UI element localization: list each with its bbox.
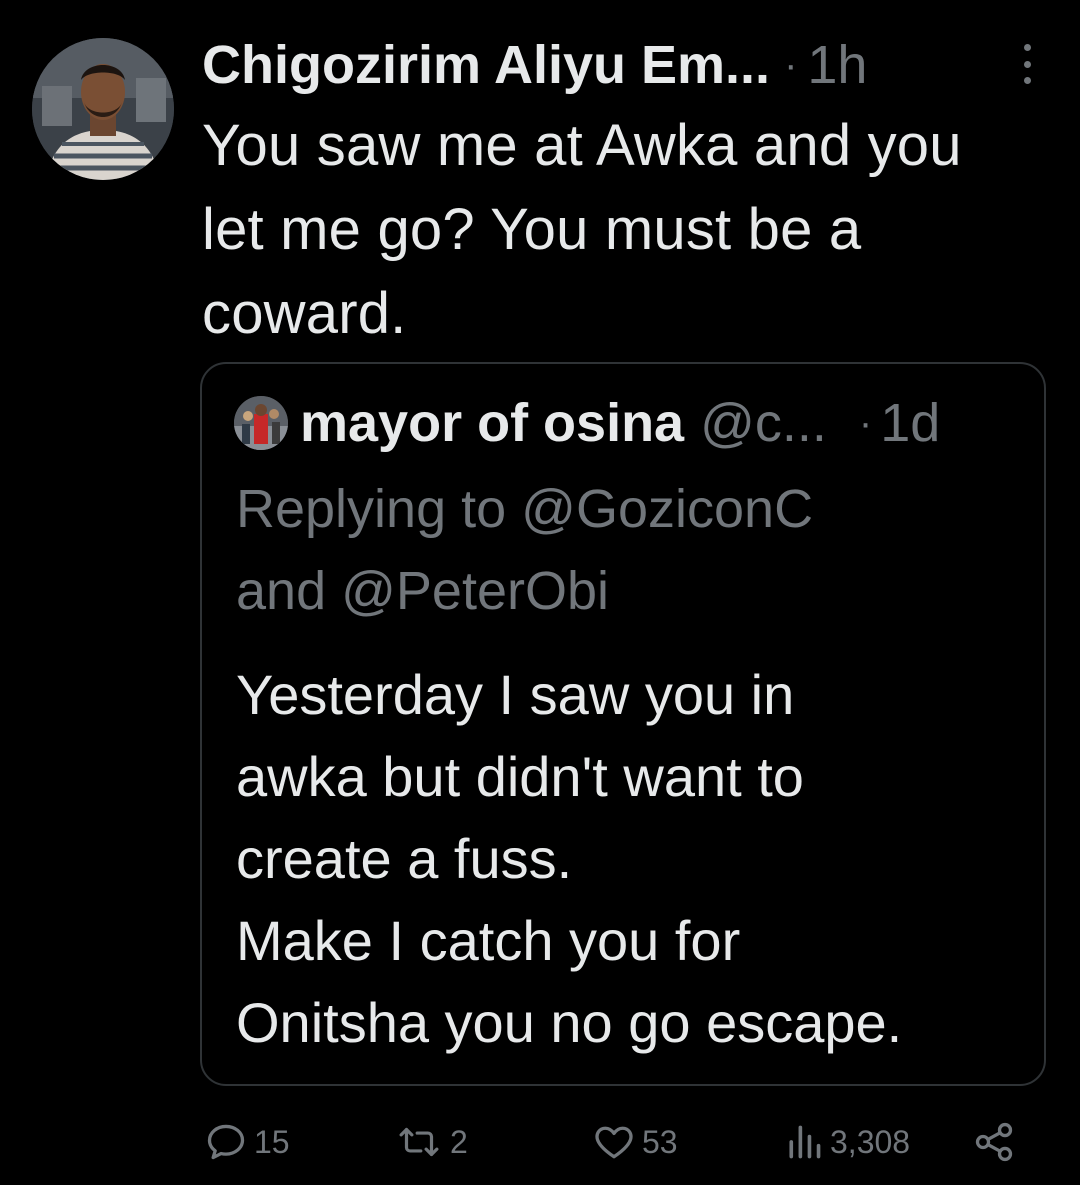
retweet-count: 2 [450,1123,468,1160]
quoted-author-name[interactable]: mayor of osina [300,392,684,454]
action-bar: 15 2 53 3,308 [0,1116,1080,1168]
separator-dot: · [858,400,873,445]
heart-icon [595,1126,633,1159]
separator-dot: · [784,42,798,87]
quoted-tweet-timestamp[interactable]: 1d [880,392,940,454]
author-avatar[interactable] [32,38,174,180]
reply-button[interactable]: 15 [204,1116,290,1168]
quoted-author-avatar [234,396,288,450]
views-icon [789,1125,821,1159]
author-name[interactable]: Chigozirim Aliyu Em... [202,34,770,96]
tweet[interactable]: Chigozirim Aliyu Em... · 1h You saw me a… [0,0,1080,1185]
replying-to-label: Replying to @GoziconC and @PeterObi [236,479,814,621]
more-vertical-icon[interactable] [1012,44,1042,84]
retweet-icon [399,1127,439,1157]
quoted-tweet-text: Yesterday I saw you in awka but didn't w… [236,663,903,1054]
tweet-header: Chigozirim Aliyu Em... · 1h [202,30,867,100]
reply-icon [207,1124,245,1160]
share-icon [975,1122,1013,1162]
like-count: 53 [642,1123,678,1160]
quoted-tweet-header: mayor of osina @c... · 1d [300,388,940,458]
views-button[interactable]: 3,308 [784,1116,910,1168]
tweet-timestamp[interactable]: 1h [807,34,867,96]
view-count: 3,308 [830,1123,911,1160]
share-button[interactable] [972,1116,1016,1168]
reply-count: 15 [254,1123,290,1160]
quoted-tweet[interactable]: mayor of osina @c... · 1d Replying to @G… [200,362,1046,1086]
tweet-text: You saw me at Awka and you let me go? Yo… [202,113,962,346]
like-button[interactable]: 53 [592,1116,678,1168]
retweet-button[interactable]: 2 [394,1116,468,1168]
quoted-author-handle[interactable]: @c... [700,392,827,454]
